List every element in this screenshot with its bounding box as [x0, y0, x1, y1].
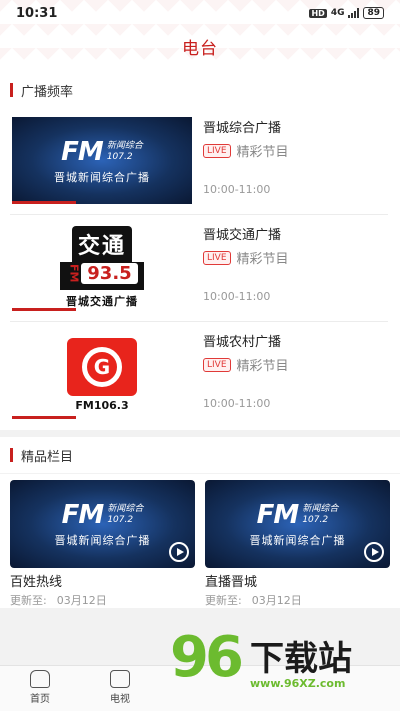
- live-badge: LIVE: [203, 250, 231, 265]
- program-time: 10:00-11:00: [203, 183, 271, 196]
- radio-name: 晋城交通广播: [203, 228, 282, 243]
- column-title: 百姓热线: [10, 575, 63, 590]
- network-label: 4G: [330, 8, 345, 18]
- battery-icon: 89: [363, 7, 384, 19]
- radio-tag: LIVE 精彩节目: [203, 355, 289, 374]
- radio-item[interactable]: FM 新闻综合 107.2 晋城新闻综合广播 晋城综合广播 LIVE 精彩节目 …: [10, 108, 388, 215]
- fm-logo-line1: 新闻综合: [302, 504, 339, 514]
- fm-logo-text: FM: [256, 500, 300, 530]
- fm-logo-sub: 晋城新闻综合广播: [54, 534, 151, 547]
- fm-logo-sub: 晋城新闻综合广播: [249, 534, 346, 547]
- radio-tag: LIVE 精彩节目: [203, 141, 289, 160]
- column-card[interactable]: FM 新闻综合 107.2 晋城新闻综合广播 百姓热线 更新至: 03月12日: [10, 480, 195, 608]
- thumb-underline: [12, 308, 76, 311]
- tab-label: 电视: [110, 694, 130, 705]
- hd-icon: HD: [309, 8, 327, 18]
- column-thumbnail[interactable]: FM 新闻综合 107.2 晋城新闻综合广播: [10, 480, 195, 568]
- live-badge: LIVE: [203, 143, 231, 158]
- jt-logo-fm: FM: [66, 261, 82, 285]
- fm-logo-line1: 新闻综合: [107, 504, 144, 514]
- column-update: 更新至: 03月12日: [205, 592, 390, 608]
- radio-thumbnail[interactable]: 交通 FM 93.5 晋城交通广播: [12, 224, 192, 311]
- tab-home[interactable]: 首页: [10, 670, 70, 705]
- fm-logo-line2: 107.2: [302, 515, 329, 525]
- update-label: 更新至:: [10, 594, 47, 607]
- status-bar: 10:31 HD 4G 89: [0, 0, 400, 26]
- radio-name: 晋城农村广播: [203, 335, 282, 350]
- thumb-underline: [12, 416, 76, 419]
- fm-1072-logo: FM 新闻综合 107.2 晋城新闻综合广播: [205, 480, 390, 568]
- update-date: 03月12日: [251, 594, 302, 607]
- section-header-broadcast: 广播频率: [0, 72, 400, 108]
- radio-tag: LIVE 精彩节目: [203, 248, 289, 267]
- thumb-underline: [12, 201, 76, 204]
- column-update: 更新至: 03月12日: [10, 592, 195, 608]
- jiaotong-935-logo: 交通 FM 93.5 晋城交通广播: [12, 224, 192, 311]
- fm-1072-logo: FM 新闻综合 107.2 晋城新闻综合广播: [10, 480, 195, 568]
- radio-thumbnail[interactable]: G FM106.3: [12, 331, 192, 418]
- signal-icon: [348, 8, 360, 18]
- fm-logo-text: FM: [61, 500, 105, 530]
- update-date: 03月12日: [56, 594, 107, 607]
- jt-logo-top: 交通: [71, 225, 132, 262]
- status-icons: HD 4G 89: [309, 7, 384, 19]
- radio-item[interactable]: 交通 FM 93.5 晋城交通广播 晋城交通广播 LIVE 精彩节目 10:00…: [10, 215, 388, 322]
- column-title: 直播晋城: [205, 575, 258, 590]
- program-desc: 精彩节目: [236, 359, 289, 374]
- play-icon[interactable]: [364, 542, 384, 562]
- watermark-text: 下载站: [250, 639, 352, 679]
- home-icon: [30, 670, 50, 688]
- fm-logo-text: FM: [61, 136, 104, 167]
- fm-logo-sub: 晋城新闻综合广播: [54, 170, 150, 184]
- fm-logo-line2: 107.2: [106, 151, 133, 162]
- live-badge: LIVE: [203, 357, 231, 372]
- section-title: 广播频率: [21, 84, 74, 100]
- tab-label: 首页: [30, 694, 50, 705]
- status-time: 10:31: [16, 5, 58, 21]
- watermark-url: www.96XZ.com: [250, 677, 346, 690]
- watermark: 96 下载站 www.96XZ.com: [170, 625, 400, 711]
- column-thumbnail[interactable]: FM 新闻综合 107.2 晋城新闻综合广播: [205, 480, 390, 568]
- jt-logo-num: 93.5: [81, 262, 138, 284]
- radio-item[interactable]: G FM106.3 晋城农村广播 LIVE 精彩节目 10:00-11:00: [10, 322, 388, 429]
- play-icon[interactable]: [169, 542, 189, 562]
- fm-logo-line1: 新闻综合: [106, 140, 143, 151]
- column-grid: FM 新闻综合 107.2 晋城新闻综合广播 百姓热线 更新至: 03月12日 …: [0, 474, 400, 608]
- program-time: 10:00-11:00: [203, 290, 271, 303]
- section-title: 精品栏目: [21, 449, 74, 465]
- radio-list: FM 新闻综合 107.2 晋城新闻综合广播 晋城综合广播 LIVE 精彩节目 …: [0, 108, 400, 430]
- program-desc: 精彩节目: [236, 252, 289, 267]
- fm-1063-logo: G FM106.3: [12, 331, 192, 418]
- update-label: 更新至:: [205, 594, 242, 607]
- program-desc: 精彩节目: [236, 145, 289, 160]
- tab-tv[interactable]: 电视: [90, 670, 150, 705]
- watermark-number: 96: [170, 625, 244, 690]
- tv-icon: [110, 670, 130, 688]
- section-header-columns: 精品栏目: [0, 437, 400, 473]
- section-bar: [10, 448, 13, 462]
- nc-logo-letter: G: [82, 346, 122, 387]
- section-bar: [10, 83, 13, 97]
- column-card[interactable]: FM 新闻综合 107.2 晋城新闻综合广播 直播晋城 更新至: 03月12日: [205, 480, 390, 608]
- page-title: 电台: [182, 39, 218, 59]
- fm-1072-logo: FM 新闻综合 107.2 晋城新闻综合广播: [12, 117, 192, 204]
- radio-thumbnail[interactable]: FM 新闻综合 107.2 晋城新闻综合广播: [12, 117, 192, 204]
- nc-logo-text: FM106.3: [75, 398, 129, 412]
- radio-name: 晋城综合广播: [203, 121, 282, 136]
- program-time: 10:00-11:00: [203, 397, 271, 410]
- header: 10:31 HD 4G 89 电台: [0, 0, 400, 72]
- fm-logo-line2: 107.2: [107, 515, 134, 525]
- jt-logo-bottom: 晋城交通广播: [66, 295, 138, 309]
